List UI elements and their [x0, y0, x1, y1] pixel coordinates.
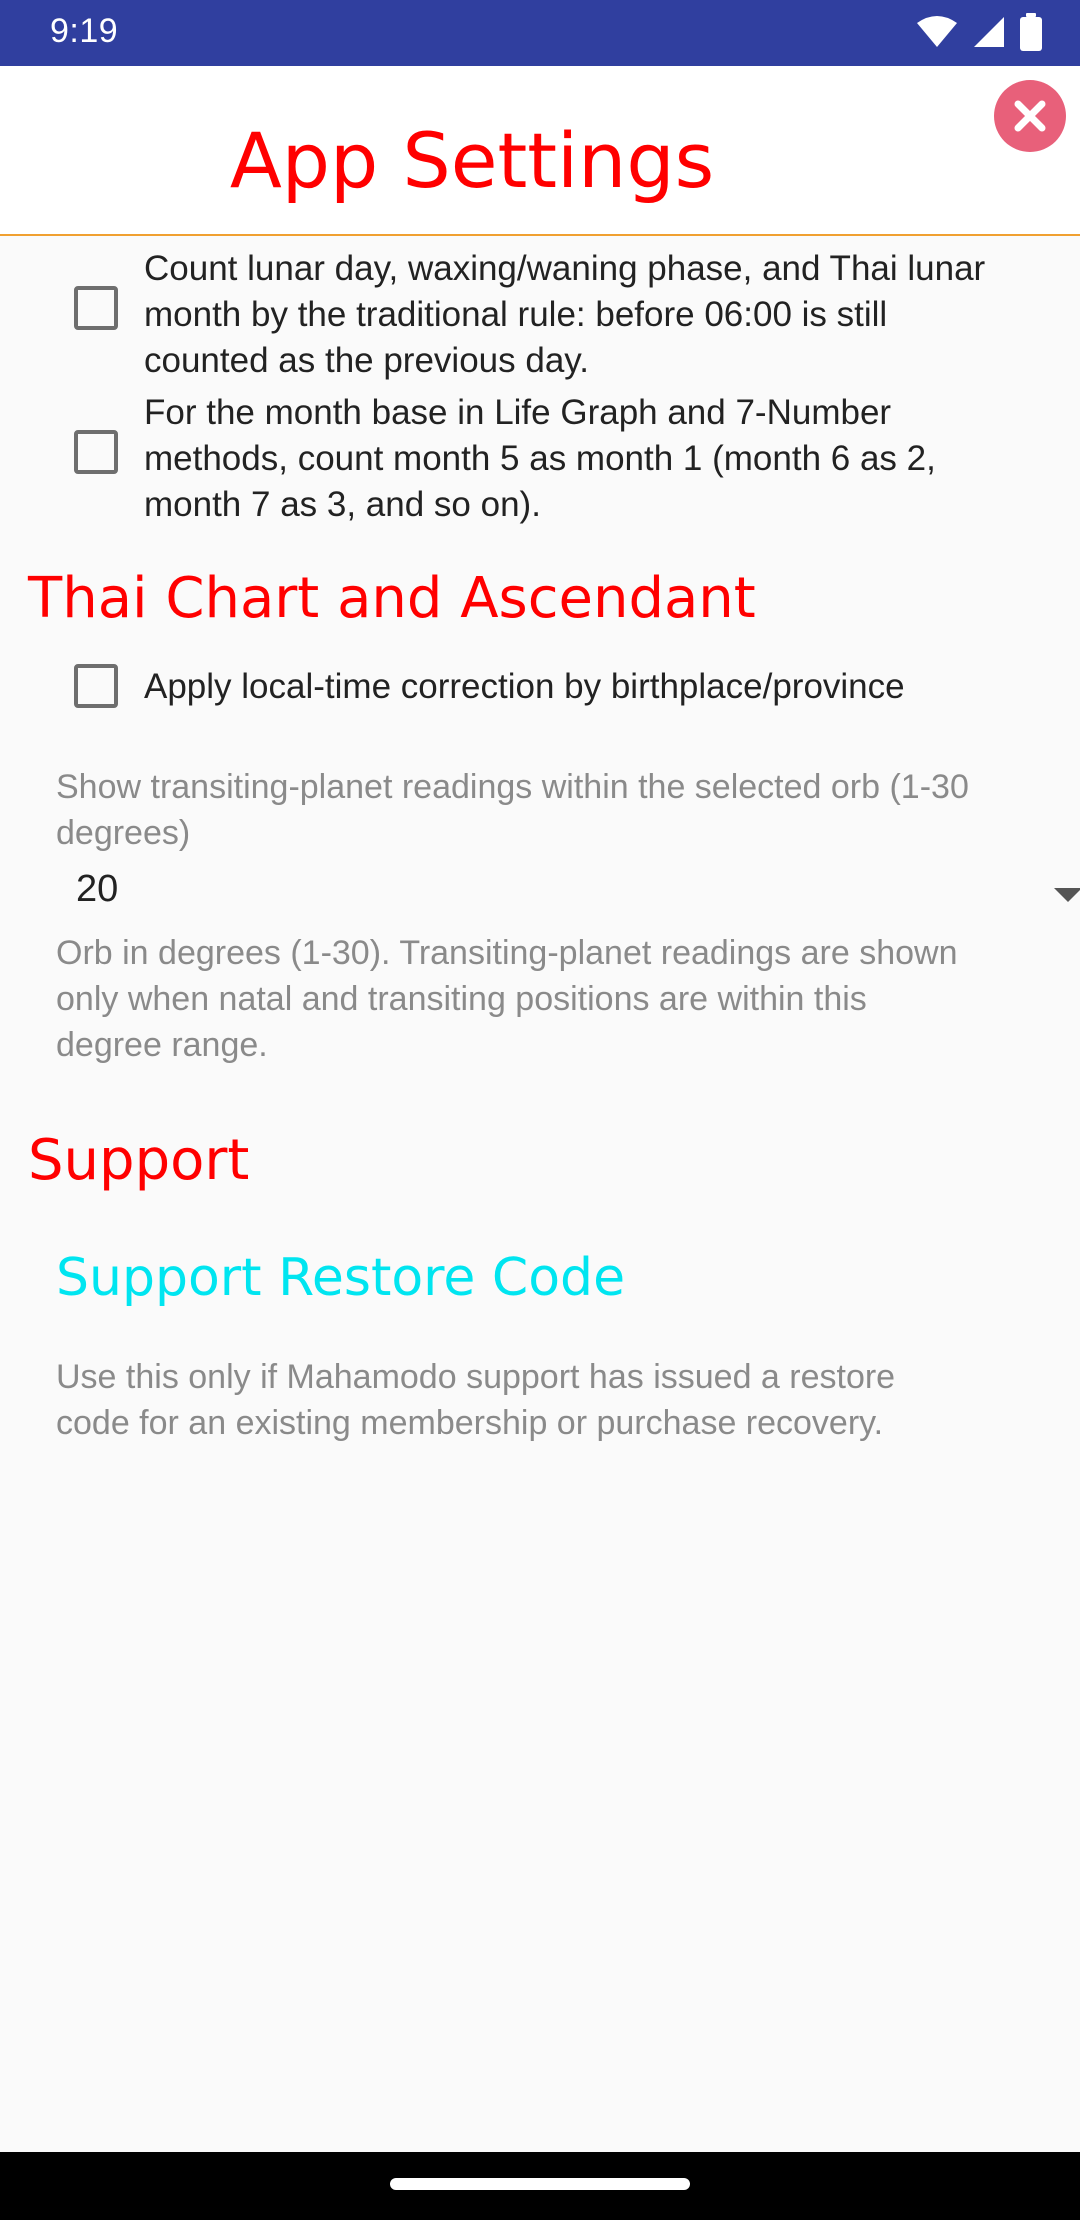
- option-traditional-lunar-day-label: Count lunar day, waxing/waning phase, an…: [144, 249, 986, 380]
- status-icons: [916, 12, 1042, 52]
- battery-icon: [1020, 13, 1042, 51]
- orb-label: Show transiting-planet readings within t…: [56, 768, 969, 852]
- chevron-down-icon: [1054, 888, 1080, 902]
- orb-dropdown-value: 20: [76, 868, 119, 910]
- checkbox-local-time-correction[interactable]: [74, 664, 118, 708]
- option-month-base[interactable]: For the month base in Life Graph and 7-N…: [0, 382, 1080, 524]
- navigation-bar: [0, 2152, 1080, 2220]
- option-month-base-label: For the month base in Life Graph and 7-N…: [144, 393, 936, 524]
- settings-content[interactable]: Count lunar day, waxing/waning phase, an…: [0, 236, 1080, 2152]
- app-settings-header: App Settings: [0, 66, 1080, 236]
- close-button[interactable]: [994, 80, 1066, 152]
- page-title: App Settings: [229, 116, 715, 205]
- status-bar: 9:19: [0, 0, 1080, 66]
- signal-icon: [974, 17, 1004, 47]
- section-title-thai-chart: Thai Chart and Ascendant: [28, 566, 756, 631]
- home-gesture-handle[interactable]: [390, 2178, 690, 2190]
- close-icon: [1014, 100, 1046, 132]
- support-restore-description: Use this only if Mahamodo support has is…: [56, 1358, 896, 1442]
- support-restore-code-link[interactable]: Support Restore Code: [56, 1248, 625, 1308]
- option-local-time-correction-label: Apply local-time correction by birthplac…: [144, 667, 905, 706]
- checkbox-traditional-lunar-day[interactable]: [74, 286, 118, 330]
- status-time: 9:19: [50, 12, 119, 50]
- orb-help-text: Orb in degrees (1-30). Transiting-planet…: [56, 934, 958, 1064]
- orb-dropdown[interactable]: 20: [56, 862, 1080, 922]
- option-local-time-correction[interactable]: Apply local-time correction by birthplac…: [0, 656, 1080, 726]
- checkbox-month-base[interactable]: [74, 430, 118, 474]
- wifi-icon: [917, 16, 957, 47]
- section-title-support: Support: [28, 1128, 250, 1193]
- option-traditional-lunar-day[interactable]: Count lunar day, waxing/waning phase, an…: [0, 236, 1080, 380]
